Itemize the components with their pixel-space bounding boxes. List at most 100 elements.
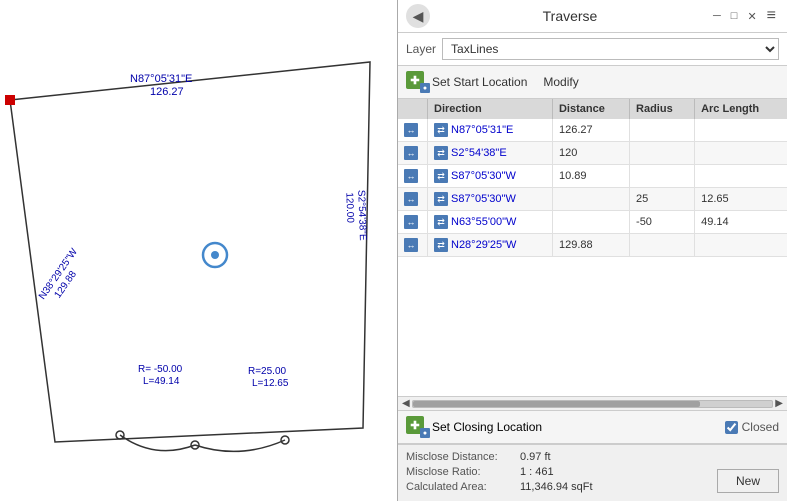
svg-text:N87°05'31"E: N87°05'31"E (130, 73, 192, 85)
direction-icon: ⇄ (434, 215, 448, 229)
direction-value: N63°55'00"W (451, 216, 516, 228)
svg-text:S2°54'38"E: S2°54'38"E (355, 190, 368, 241)
row-icon-cell: ↔ (398, 188, 428, 211)
row-expand-icon: ↔ (404, 169, 418, 183)
back-button[interactable]: ◀ (406, 4, 430, 28)
set-closing-label[interactable]: Set Closing Location (432, 420, 542, 434)
row-icon-cell: ↔ (398, 119, 428, 142)
scroll-left-arrow[interactable]: ◀ (400, 398, 412, 409)
col-distance: Distance (552, 99, 629, 119)
minimize-button[interactable]: ─ (710, 10, 724, 22)
row-expand-icon: ↔ (404, 238, 418, 252)
distance-cell: 120 (552, 142, 629, 165)
calculated-area-line: Calculated Area: 11,346.94 sqFt (406, 481, 593, 493)
info-section: Misclose Distance: 0.97 ft Misclose Rati… (406, 451, 593, 493)
row-icon-cell: ↔ (398, 142, 428, 165)
table-row[interactable]: ↔ ⇄S2°54'38"E 120 (398, 142, 787, 165)
direction-cell: ⇄N87°05'31"E (428, 119, 553, 142)
table-container[interactable]: Direction Distance Radius Arc Length ↔⇄N… (398, 99, 787, 397)
hamburger-menu[interactable]: ≡ (764, 7, 779, 25)
col-radius: Radius (630, 99, 695, 119)
distance-cell (552, 188, 629, 211)
set-closing-icon: ✚ (410, 419, 419, 432)
scrollbar-row: ◀ ▶ (398, 397, 787, 411)
direction-icon: ⇄ (434, 146, 448, 160)
set-closing-left: ✚ ● Set Closing Location (406, 416, 542, 438)
table-row[interactable]: ↔⇄S87°05'30"W2512.65 (398, 188, 787, 211)
scrollbar-thumb[interactable] (413, 401, 701, 407)
direction-icon: ⇄ (434, 123, 448, 137)
radius-cell (630, 165, 695, 188)
radius-cell (630, 119, 695, 142)
closing-row: ✚ ● Set Closing Location Closed (398, 411, 787, 444)
layer-label: Layer (406, 42, 436, 56)
closed-label: Closed (742, 420, 779, 434)
radius-cell (630, 234, 695, 257)
col-direction: Direction (428, 99, 553, 119)
new-button[interactable]: New (717, 469, 779, 493)
direction-value: S2°54'38"E (451, 147, 507, 159)
drawing-area: N87°05'31"E 126.27 N38°29'25"W 129.88 S2… (0, 0, 397, 501)
direction-icon: ⇄ (434, 238, 448, 252)
misclose-ratio-line: Misclose Ratio: 1 : 461 (406, 466, 593, 478)
radius-cell (630, 142, 695, 165)
svg-text:L=49.14: L=49.14 (143, 376, 180, 387)
arc-length-cell (695, 142, 787, 165)
row-expand-icon: ↔ (404, 192, 418, 206)
misclose-distance-label: Misclose Distance: (406, 451, 516, 463)
row-icon-cell: ↔ (398, 165, 428, 188)
distance-cell: 129.88 (552, 234, 629, 257)
scrollbar-track[interactable] (412, 400, 774, 408)
direction-cell: ⇄N63°55'00"W (428, 211, 553, 234)
arc-length-cell: 12.65 (695, 188, 787, 211)
panel: ◀ Traverse ─ □ ✕ ≡ Layer TaxLines ✚ ● Se… (397, 0, 787, 501)
table-row[interactable]: ↔⇄N87°05'31"E126.27 (398, 119, 787, 142)
close-button[interactable]: ✕ (744, 10, 759, 23)
table-row[interactable]: ↔⇄N28°29'25"W129.88 (398, 234, 787, 257)
set-start-button[interactable]: ✚ ● Set Start Location (406, 71, 527, 93)
panel-titlebar: ◀ Traverse ─ □ ✕ ≡ (398, 0, 787, 33)
distance-cell: 126.27 (552, 119, 629, 142)
direction-value: N28°29'25"W (451, 239, 516, 251)
svg-text:126.27: 126.27 (150, 86, 184, 98)
restore-button[interactable]: □ (728, 10, 741, 22)
table-header-row: Direction Distance Radius Arc Length (398, 99, 787, 119)
direction-cell: ⇄S87°05'30"W (428, 165, 553, 188)
closing-pin-icon: ● (423, 430, 427, 437)
modify-label: Modify (543, 75, 578, 89)
arc-length-cell: 49.14 (695, 211, 787, 234)
map-pin-icon: ● (423, 85, 427, 92)
closed-checkbox[interactable] (725, 421, 738, 434)
row-icon-cell: ↔ (398, 234, 428, 257)
direction-icon: ⇄ (434, 169, 448, 183)
distance-cell: 10.89 (552, 165, 629, 188)
arc-length-cell (695, 119, 787, 142)
modify-button[interactable]: Modify (543, 75, 578, 89)
row-icon-cell: ↔ (398, 211, 428, 234)
scroll-right-arrow[interactable]: ▶ (773, 398, 785, 409)
calculated-area-value: 11,346.94 sqFt (520, 481, 593, 493)
direction-cell: ⇄N28°29'25"W (428, 234, 553, 257)
table-body: ↔⇄N87°05'31"E126.27↔⇄S2°54'38"E120↔⇄S87°… (398, 119, 787, 257)
bottom-section: Misclose Distance: 0.97 ft Misclose Rati… (398, 444, 787, 501)
direction-value: S87°05'30"W (451, 170, 516, 182)
svg-text:120.00: 120.00 (343, 192, 355, 223)
calculated-area-label: Calculated Area: (406, 481, 516, 493)
radius-cell: -50 (630, 211, 695, 234)
panel-title: Traverse (430, 8, 710, 24)
svg-text:R= -50.00: R= -50.00 (138, 364, 183, 375)
svg-text:L=12.65: L=12.65 (252, 378, 289, 389)
toolbar-row: ✚ ● Set Start Location Modify (398, 66, 787, 99)
distance-cell (552, 211, 629, 234)
table-row[interactable]: ↔⇄S87°05'30"W10.89 (398, 165, 787, 188)
direction-value: N87°05'31"E (451, 124, 513, 136)
svg-text:R=25.00: R=25.00 (248, 366, 287, 377)
col-icon (398, 99, 428, 119)
set-start-icon: ✚ (410, 74, 419, 87)
row-expand-icon: ↔ (404, 123, 418, 137)
table-row[interactable]: ↔⇄N63°55'00"W-5049.14 (398, 211, 787, 234)
col-arc-length: Arc Length (695, 99, 787, 119)
traverse-table: Direction Distance Radius Arc Length ↔⇄N… (398, 99, 787, 257)
misclose-distance-line: Misclose Distance: 0.97 ft (406, 451, 593, 463)
layer-select[interactable]: TaxLines (442, 38, 779, 60)
